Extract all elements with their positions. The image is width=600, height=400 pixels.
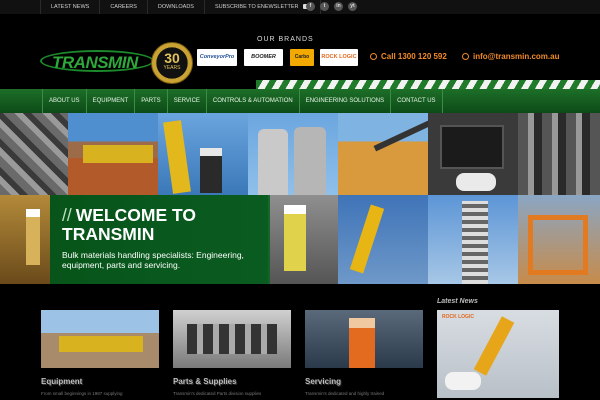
servicing-card-image[interactable] (305, 310, 423, 368)
youtube-icon[interactable]: yt (348, 2, 357, 11)
email-address: info@transmin.com.au (473, 52, 560, 61)
phone-contact[interactable]: Call 1300 120 592 (370, 52, 447, 61)
hero-photo-stockpile (338, 113, 428, 195)
hero-photo-plant-structure (428, 195, 518, 284)
hero-photo-orange-frame (528, 215, 588, 275)
brand-carbo[interactable]: Carbo (290, 49, 314, 66)
hero-photo-chain-parts (0, 113, 68, 195)
hero-photo-orange-machine (518, 195, 600, 284)
linkedin-icon[interactable]: in (334, 2, 343, 11)
servicing-card-text: Transmin's dedicated and highly trained (305, 391, 385, 396)
brand-boomer[interactable]: BOOMER (244, 49, 283, 66)
heading-line-1: WELCOME TO (75, 205, 196, 225)
subscribe-label: SUBSCRIBE TO ENEWSLETTER (214, 4, 299, 10)
hero-photo-mine-equipment (68, 113, 158, 195)
hero-photo-crane-worker (158, 113, 248, 195)
hero-photo-yellow-machine (83, 145, 153, 163)
brands-title: OUR BRANDS (257, 36, 314, 43)
heading-line-2: TRANSMIN (62, 224, 155, 244)
hero-photo-silo-1 (258, 129, 288, 195)
equipment-card-machine (59, 336, 143, 352)
email-icon (462, 53, 469, 60)
careers-link[interactable]: CAREERS (99, 0, 147, 14)
hero-photo-site-worker (0, 195, 50, 284)
email-contact[interactable]: info@transmin.com.au (462, 52, 559, 61)
parts-card-image[interactable] (173, 310, 291, 368)
parts-card-chain (187, 324, 277, 354)
header-stripe-decoration (256, 80, 600, 89)
utility-links: LATEST NEWS CAREERS DOWNLOADS SUBSCRIBE … (40, 0, 321, 14)
downloads-link[interactable]: DOWNLOADS (146, 0, 204, 14)
seal-caption: YEARS (163, 65, 181, 71)
equipment-card-image[interactable] (41, 310, 159, 368)
hero-photo-silos (248, 113, 338, 195)
hero-photo-tower (462, 201, 488, 284)
hero-photo-rockbreaker-boom (349, 204, 385, 274)
nav-equipment[interactable]: EQUIPMENT (87, 89, 136, 113)
anniversary-seal: 30 YEARS (151, 42, 193, 84)
servicing-card-worker (349, 318, 375, 368)
hero-photo-tablet-control (428, 113, 518, 195)
latest-news-link[interactable]: LATEST NEWS (40, 0, 99, 14)
social-icons: f t in yt (306, 2, 357, 11)
seal-number: 30 (164, 50, 180, 66)
servicing-card-title[interactable]: Servicing (305, 377, 341, 386)
equipment-card-title[interactable]: Equipment (41, 377, 82, 386)
brand-conveyorpro[interactable]: ConveyorPro (197, 49, 237, 66)
latest-news-title: Latest News (437, 298, 478, 305)
phone-number: Call 1300 120 592 (381, 52, 447, 61)
nav-controls-automation[interactable]: CONTROLS & AUTOMATION (207, 89, 300, 113)
phone-icon (370, 53, 377, 60)
hero-photo-conveyor (373, 120, 428, 152)
top-utility-bar: LATEST NEWS CAREERS DOWNLOADS SUBSCRIBE … (0, 0, 600, 14)
hero-photo-chain-links (518, 113, 600, 195)
hero-photo-yellow-arm (163, 120, 191, 194)
nav-service[interactable]: SERVICE (168, 89, 207, 113)
news-brand-label: ROCK LOGIC (442, 314, 474, 320)
hero-photo-worker-figure (26, 209, 40, 265)
parts-card-title[interactable]: Parts & Supplies (173, 377, 237, 386)
news-rockbreaker-arm (473, 316, 515, 376)
brand-rocklogic[interactable]: ROCK LOGIC (320, 49, 358, 66)
nav-about-us[interactable]: ABOUT US (42, 89, 87, 113)
nav-engineering-solutions[interactable]: ENGINEERING SOLUTIONS (300, 89, 392, 113)
transmin-logo[interactable]: TRANSMIN (40, 48, 156, 74)
equipment-card-text: From small beginnings in 1987 supplying (41, 391, 123, 396)
news-controller (445, 372, 481, 390)
hero-photo-worker (200, 148, 222, 193)
latest-news-image[interactable]: ROCK LOGIC (437, 310, 559, 398)
nav-parts[interactable]: PARTS (135, 89, 168, 113)
parts-card-text: Transmin's dedicated Parts division supp… (173, 391, 262, 396)
welcome-tagline: Bulk materials handling specialists: Eng… (62, 250, 244, 270)
hero-photo-rockbreaker (338, 195, 428, 284)
site-header: TRANSMIN 30 YEARS OUR BRANDS ConveyorPro… (0, 14, 600, 89)
heading-slashes: // (62, 205, 72, 225)
nav-contact-us[interactable]: CONTACT US (391, 89, 443, 113)
hero-photo-tablet (440, 125, 504, 169)
hero-photo-silo-2 (294, 127, 326, 195)
twitter-icon[interactable]: t (320, 2, 329, 11)
hero-photo-technician-figure (284, 205, 306, 271)
subscribe-newsletter-link[interactable]: SUBSCRIBE TO ENEWSLETTER (203, 0, 321, 14)
facebook-icon[interactable]: f (306, 2, 315, 11)
hero-photo-controller (456, 173, 496, 191)
main-navigation: ABOUT US EQUIPMENT PARTS SERVICE CONTROL… (0, 89, 600, 113)
logo-wordmark: TRANSMIN (52, 53, 138, 72)
welcome-heading: //WELCOME TO TRANSMIN (62, 206, 196, 244)
welcome-panel: //WELCOME TO TRANSMIN Bulk materials hand… (50, 195, 270, 284)
hero-photo-technician (268, 195, 338, 284)
